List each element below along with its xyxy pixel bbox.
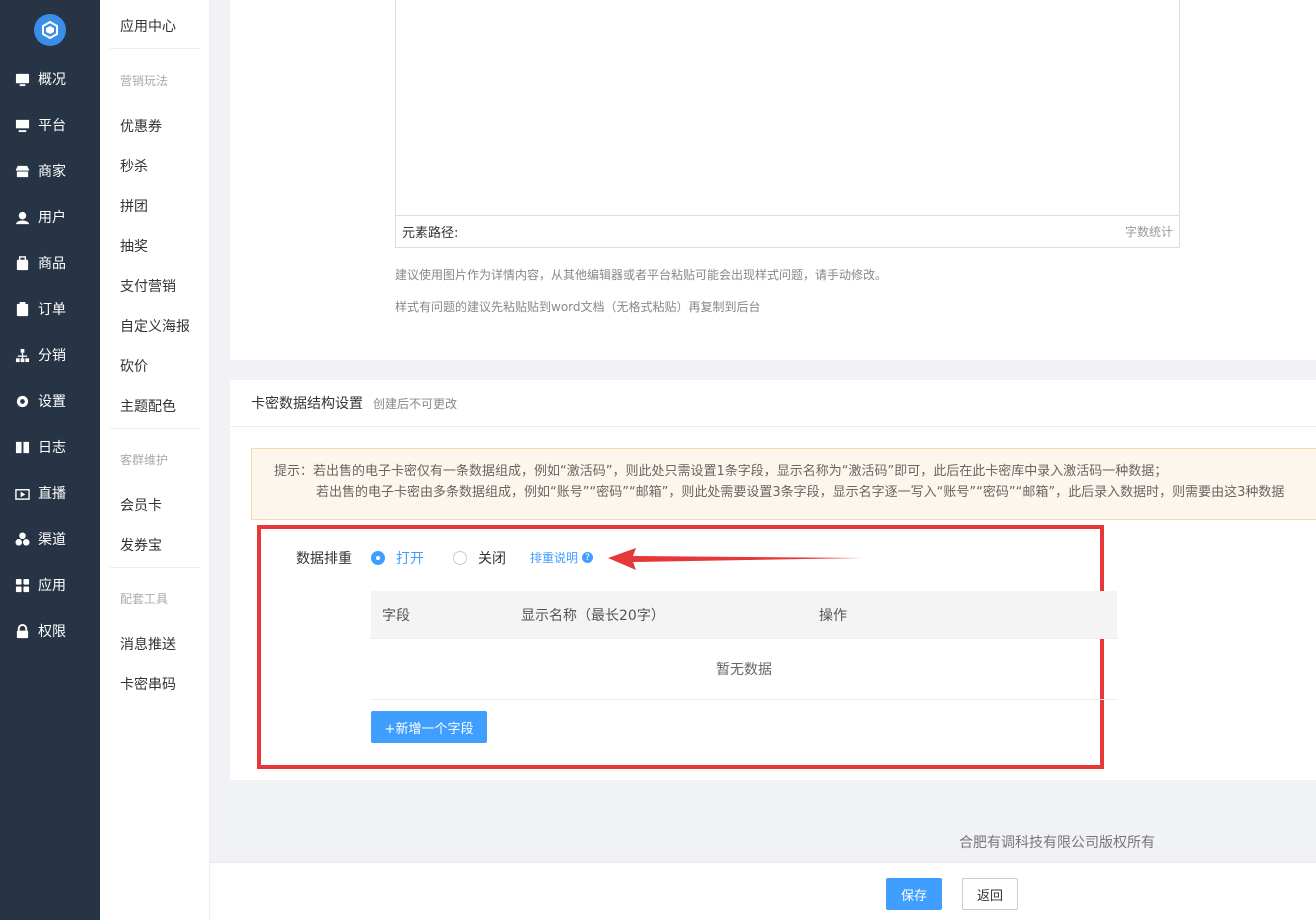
chart-icon [15, 72, 30, 87]
submenu-item-card-code[interactable]: 卡密串码 [120, 674, 176, 694]
grid-icon [15, 578, 30, 593]
footer-bar: 保存 返回 [210, 862, 1316, 920]
submenu-item-message-push[interactable]: 消息推送 [120, 634, 176, 654]
tv-icon [15, 486, 30, 501]
submenu-divider [110, 428, 200, 429]
app-center-submenu: 应用中心 营销玩法 优惠券 秒杀 拼团 抽奖 支付营销 自定义海报 砍价 主题配… [100, 0, 210, 920]
tip-line-1: 提示：若出售的电子卡密仅有一条数据组成，例如“激活码”，则此处只需设置1条字段，… [274, 464, 1168, 479]
nav-label: 概况 [38, 72, 66, 88]
nav-item-order[interactable]: 订单 [0, 286, 100, 332]
nav-label: 用户 [38, 210, 66, 226]
nav-item-goods[interactable]: 商品 [0, 240, 100, 286]
dedupe-radio-off[interactable]: 关闭 [453, 548, 506, 568]
add-field-button[interactable]: +新增一个字段 [371, 711, 487, 743]
submenu-item-bargain[interactable]: 砍价 [120, 356, 148, 376]
section-subtitle: 创建后不可更改 [373, 396, 458, 411]
nav-label: 应用 [38, 578, 66, 594]
nav-item-user[interactable]: 用户 [0, 194, 100, 240]
submenu-group-tools: 配套工具 [120, 592, 169, 606]
word-count-label: 字数统计 [1124, 225, 1173, 239]
col-field: 字段 [382, 607, 410, 624]
detail-editor-panel: 元素路径: 字数统计 建议使用图片作为详情内容，从其他编辑器或者平台粘贴可能会出… [230, 0, 1316, 360]
submenu-item-pay-marketing[interactable]: 支付营销 [120, 276, 176, 296]
nav-label: 权限 [38, 624, 66, 640]
radio-label: 打开 [396, 551, 424, 567]
nav-label: 设置 [38, 394, 66, 410]
submenu-item-groupbuy[interactable]: 拼团 [120, 196, 148, 216]
bag-icon [15, 255, 30, 271]
nav-item-permission[interactable]: 权限 [0, 608, 100, 654]
main-nav: 概况 平台 商家 用户 商品 订单 分销 设置 日志 直播 渠道 应用 权限 [0, 0, 100, 920]
save-button[interactable]: 保存 [886, 878, 942, 910]
submenu-item-lottery[interactable]: 抽奖 [120, 236, 148, 256]
lock-icon [15, 623, 30, 639]
dedupe-radio-on[interactable]: 打开 [371, 548, 424, 568]
element-path-label: 元素路径: [402, 226, 459, 241]
nav-item-apps[interactable]: 应用 [0, 562, 100, 608]
dedupe-help-link[interactable]: 排重说明 ? [530, 549, 594, 566]
nav-item-live[interactable]: 直播 [0, 470, 100, 516]
nav-item-channel[interactable]: 渠道 [0, 516, 100, 562]
user-icon [15, 210, 30, 225]
editor-hint-2: 样式有问题的建议先粘贴贴到word文档（无格式粘贴）再复制到后台 [395, 300, 761, 314]
nav-label: 商家 [38, 164, 66, 180]
nav-item-merchant[interactable]: 商家 [0, 148, 100, 194]
col-display-name: 显示名称（最长20字） [521, 607, 665, 624]
nav-label: 订单 [38, 302, 66, 318]
nav-label: 商品 [38, 256, 66, 272]
nav-label: 平台 [38, 118, 66, 134]
section-title: 卡密数据结构设置 [251, 396, 363, 412]
submenu-item-poster[interactable]: 自定义海报 [120, 316, 190, 336]
submenu-divider [110, 48, 200, 49]
card-structure-header: 卡密数据结构设置 创建后不可更改 [230, 380, 1316, 427]
network-icon [15, 348, 30, 363]
editor-status-bar: 元素路径: 字数统计 [396, 215, 1179, 247]
dedupe-label: 数据排重 [296, 551, 352, 567]
editor-hint-1: 建议使用图片作为详情内容，从其他编辑器或者平台粘贴可能会出现样式问题，请手动修改… [395, 268, 888, 282]
book-icon [15, 440, 30, 455]
submenu-item-seckill[interactable]: 秒杀 [120, 156, 148, 176]
submenu-item-coupon-treasure[interactable]: 发券宝 [120, 535, 162, 555]
radio-dot [371, 551, 385, 565]
field-table: 字段 显示名称（最长20字） 操作 暂无数据 [371, 591, 1117, 700]
submenu-item-coupon[interactable]: 优惠券 [120, 116, 162, 136]
tip-box: 提示：若出售的电子卡密仅有一条数据组成，例如“激活码”，则此处只需设置1条字段，… [251, 448, 1316, 520]
table-header: 字段 显示名称（最长20字） 操作 [371, 591, 1117, 639]
submenu-title: 应用中心 [120, 19, 176, 35]
nav-item-settings[interactable]: 设置 [0, 378, 100, 424]
app-logo-icon[interactable] [34, 14, 66, 46]
nav-item-distribution[interactable]: 分销 [0, 332, 100, 378]
rich-text-editor[interactable]: 元素路径: 字数统计 [395, 0, 1180, 248]
radio-label: 关闭 [478, 551, 506, 567]
cluster-icon [15, 531, 30, 547]
submenu-group-customer: 客群维护 [120, 453, 169, 467]
col-action: 操作 [819, 607, 847, 624]
question-icon: ? [582, 552, 594, 563]
nav-label: 分销 [38, 348, 66, 364]
back-button[interactable]: 返回 [962, 878, 1018, 910]
radio-dot [453, 551, 467, 565]
nav-label: 直播 [38, 486, 66, 502]
store-icon [15, 164, 30, 179]
clipboard-icon [15, 301, 30, 317]
dedupe-help-text: 排重说明 [530, 551, 579, 565]
monitor-icon [15, 118, 30, 133]
nav-item-overview[interactable]: 概况 [0, 56, 100, 102]
nav-item-platform[interactable]: 平台 [0, 102, 100, 148]
submenu-item-member-card[interactable]: 会员卡 [120, 495, 162, 515]
submenu-group-marketing: 营销玩法 [120, 74, 169, 88]
nav-item-log[interactable]: 日志 [0, 424, 100, 470]
copyright-text: 合肥有调科技有限公司版权所有 [959, 835, 1155, 851]
nav-label: 渠道 [38, 532, 66, 548]
table-empty-text: 暂无数据 [371, 639, 1117, 700]
tip-line-2: 若出售的电子卡密由多条数据组成，例如“账号”“密码”“邮箱”，则此处需要设置3条… [316, 485, 1285, 500]
submenu-divider [110, 567, 200, 568]
nav-label: 日志 [38, 440, 66, 456]
submenu-item-theme[interactable]: 主题配色 [120, 396, 176, 416]
gear-icon [15, 394, 30, 409]
annotation-arrow-icon [608, 548, 862, 570]
